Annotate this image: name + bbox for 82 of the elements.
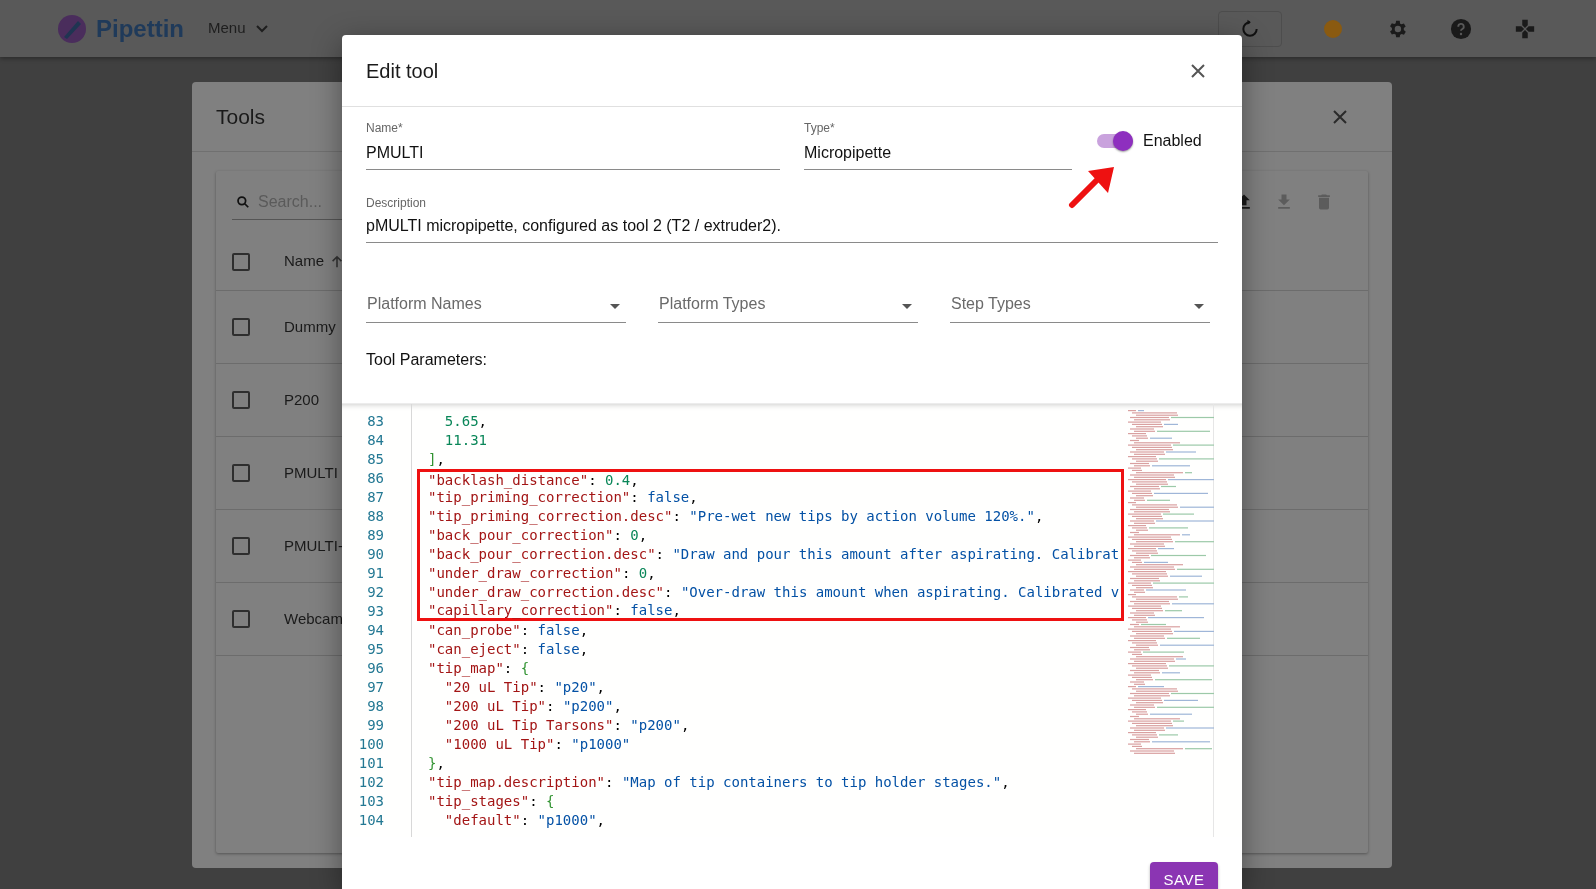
line-number: 89	[367, 526, 384, 545]
code-line: "tip_map": {	[428, 659, 530, 678]
line-number: 93	[367, 602, 384, 621]
gamepad-icon[interactable]	[1514, 17, 1536, 40]
help-icon[interactable]	[1450, 17, 1472, 40]
line-number: 101	[358, 754, 384, 773]
type-field[interactable]: Type* Micropipette	[804, 121, 1072, 170]
checkbox[interactable]	[232, 391, 250, 409]
line-number: 84	[367, 431, 384, 450]
line-number: 102	[358, 773, 384, 792]
checkbox[interactable]	[232, 537, 250, 555]
line-number: 85	[367, 450, 384, 469]
switch-thumb[interactable]	[1113, 131, 1133, 151]
line-number: 90	[367, 545, 384, 564]
sort-up-icon[interactable]	[330, 254, 344, 269]
tool-name: PMULTI	[284, 462, 338, 483]
description-field[interactable]: Description pMULTI micropipette, configured as tool 2 (T2 / extruder2).	[366, 196, 1218, 243]
close-icon[interactable]	[1190, 62, 1206, 79]
code-line: 5.65,	[443, 412, 487, 431]
code-line: "can_probe": false,	[428, 621, 589, 640]
select-field[interactable]: Step Types	[950, 289, 1210, 323]
dialog-title: Tools	[216, 103, 266, 130]
enabled-switch[interactable]	[1097, 134, 1133, 148]
line-number: 96	[367, 659, 384, 678]
line-number: 91	[367, 564, 384, 583]
tool-name: PMULTI-	[284, 535, 343, 556]
close-icon[interactable]	[1332, 108, 1348, 125]
line-number: 99	[367, 716, 384, 735]
line-number: 103	[358, 792, 384, 811]
brand-name: Pipettin	[96, 13, 184, 44]
code-line: "under_draw_correction": 0,	[428, 564, 656, 583]
code-line: "backlash_distance": 0.4,	[428, 470, 639, 490]
code-line: "tip_map.description": "Map of tip containers to tip holder stages.",	[428, 773, 1010, 792]
save-button[interactable]: SAVE	[1150, 862, 1218, 889]
code-line: "under_draw_correction.desc": "Over-draw this amount when aspirating. Calibrated v	[428, 583, 1120, 602]
code-line: "back_pour_correction.desc": "Draw and pour this amount after aspirating. Calibrat	[428, 545, 1120, 564]
code-line: "can_eject": false,	[428, 640, 589, 659]
caret-icon	[1194, 303, 1204, 310]
search-icon	[236, 194, 250, 209]
code-line: "back_pour_correction": 0,	[428, 526, 648, 545]
line-number: 98	[367, 697, 384, 716]
line-number: 97	[367, 678, 384, 697]
tool-name: Dummy	[284, 316, 336, 337]
switch-label: Enabled	[1143, 131, 1202, 151]
logo-icon	[56, 12, 88, 45]
line-number: 100	[358, 735, 384, 754]
line-number: 87	[367, 488, 384, 507]
line-number: 92	[367, 583, 384, 602]
line-number: 95	[367, 640, 384, 659]
caret-icon	[610, 303, 620, 310]
code-line: ],	[428, 450, 445, 469]
line-number: 86	[367, 469, 384, 488]
select-field[interactable]: Platform Types	[658, 289, 918, 323]
dialog-title: Edit tool	[366, 58, 439, 84]
line-number: 94	[367, 621, 384, 640]
column-header[interactable]: Name	[284, 250, 324, 273]
line-number: 88	[367, 507, 384, 526]
line-number: 83	[367, 412, 384, 431]
code-line: "capillary_correction": false,	[428, 601, 681, 620]
checkbox[interactable]	[232, 464, 250, 482]
code-line: "tip_priming_correction": false,	[428, 489, 698, 507]
caret-icon	[902, 303, 912, 310]
code-line: "default": "p1000",	[443, 811, 606, 830]
code-line: "tip_stages": {	[428, 792, 555, 811]
checkbox[interactable]	[232, 252, 250, 271]
code-line: "tip_priming_correction.desc": "Pre-wet new tips by action volume 120%.",	[428, 507, 1044, 526]
refresh-icon	[1240, 18, 1260, 39]
chevron-down-icon	[255, 24, 268, 33]
code-line: 11.31	[443, 431, 487, 450]
code-line: "200 uL Tip Tarsons": "p200",	[443, 716, 690, 735]
line-number: 104	[358, 811, 384, 830]
code-line: "20 uL Tip": "p20",	[443, 678, 606, 697]
code-line: "1000 uL Tip": "p1000"	[443, 735, 631, 754]
tool-name: P200	[284, 389, 320, 410]
tool-name: Webcam	[284, 608, 343, 629]
name-field[interactable]: Name* PMULTI	[366, 121, 780, 170]
code-line: "200 uL Tip": "p200",	[443, 697, 622, 716]
select-field[interactable]: Platform Names	[366, 289, 626, 323]
code-line: },	[428, 754, 445, 773]
section-label: Tool Parameters:	[366, 350, 487, 370]
checkbox[interactable]	[232, 318, 250, 336]
checkbox[interactable]	[232, 610, 250, 628]
